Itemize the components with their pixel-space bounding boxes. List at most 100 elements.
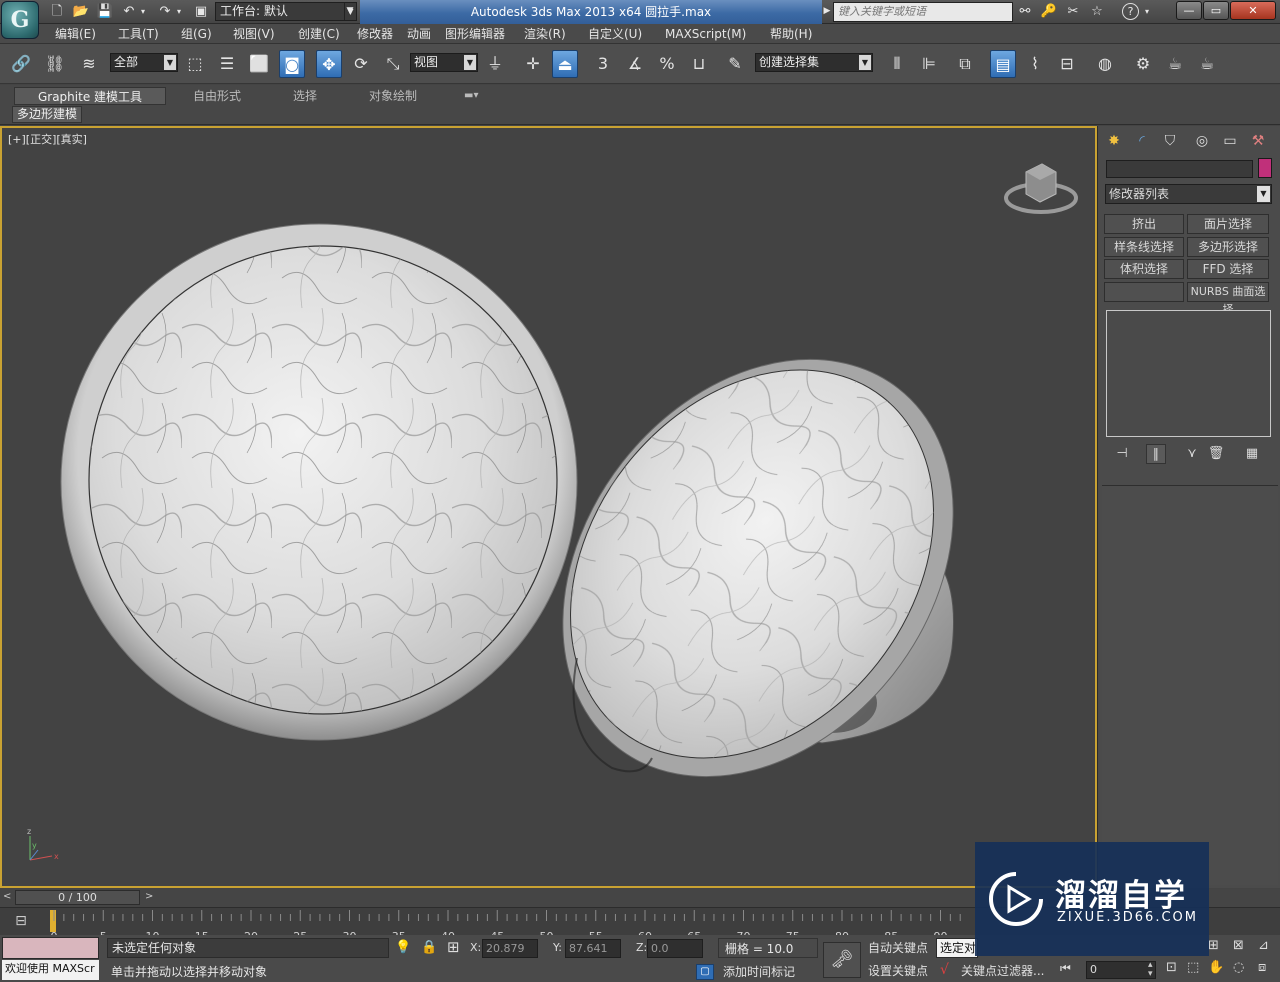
- key-selection-dropdown[interactable]: 选定对: [936, 938, 978, 958]
- select-manipulate-icon[interactable]: ✛: [520, 50, 546, 78]
- poly-select-button[interactable]: 多边形选择: [1187, 237, 1269, 257]
- open-file-icon[interactable]: 📂: [72, 3, 90, 20]
- communication-center-icon[interactable]: ✂: [1064, 3, 1082, 20]
- time-tag-icon[interactable]: ▢: [696, 964, 714, 980]
- isolate-bulb-icon[interactable]: 💡: [395, 940, 411, 955]
- spinner-snap-icon[interactable]: ⊔: [686, 50, 712, 78]
- angle-snap-icon[interactable]: ∡: [622, 50, 648, 78]
- time-next-icon[interactable]: >: [145, 891, 153, 902]
- named-selection-set-dropdown[interactable]: 创建选择集 ▼: [755, 53, 873, 72]
- knob-front[interactable]: [60, 223, 578, 741]
- redo-icon[interactable]: ↷: [156, 3, 174, 20]
- ffd-select-button[interactable]: FFD 选择: [1187, 259, 1269, 279]
- empty-modifier-button[interactable]: [1104, 282, 1184, 302]
- modify-tab-icon[interactable]: ◜: [1130, 130, 1154, 152]
- key-filters-button[interactable]: 关键点过滤器...: [961, 961, 1044, 981]
- patch-select-button[interactable]: 面片选择: [1187, 214, 1269, 234]
- window-crossing-icon[interactable]: ◙: [279, 50, 305, 78]
- utilities-tab-icon[interactable]: ⚒: [1246, 130, 1270, 152]
- save-icon[interactable]: 💾: [96, 3, 114, 20]
- field-of-view-icon[interactable]: ⊿: [1258, 938, 1269, 953]
- undo-dropdown-icon[interactable]: ▾: [138, 3, 148, 20]
- menu-create[interactable]: 创建(C): [298, 24, 340, 44]
- app-logo-icon[interactable]: G: [1, 1, 39, 39]
- object-name-field[interactable]: [1106, 160, 1253, 178]
- favorites-star-icon[interactable]: ☆: [1088, 3, 1106, 20]
- close-button[interactable]: ✕: [1230, 1, 1276, 20]
- set-key-icon[interactable]: 🗝: [823, 942, 861, 978]
- time-prev-icon[interactable]: <: [3, 891, 11, 902]
- select-and-rotate-icon[interactable]: ⟳: [348, 50, 374, 78]
- tab-object-paint[interactable]: 对象绘制: [369, 87, 417, 105]
- select-and-scale-icon[interactable]: ⤡: [380, 50, 406, 78]
- menu-graph-editors[interactable]: 图形编辑器: [445, 24, 505, 44]
- make-unique-icon[interactable]: ⋎: [1182, 444, 1202, 464]
- object-color-swatch[interactable]: [1258, 158, 1272, 178]
- display-tab-icon[interactable]: ▭: [1218, 130, 1242, 152]
- knob-perspective[interactable]: [482, 282, 1034, 853]
- spline-select-button[interactable]: 样条线选择: [1104, 237, 1184, 257]
- volume-select-button[interactable]: 体积选择: [1104, 259, 1184, 279]
- schematic-view-icon[interactable]: ⊟: [1054, 50, 1080, 78]
- menu-animation[interactable]: 动画: [407, 24, 431, 44]
- selection-lock-icon[interactable]: 🔒: [421, 940, 437, 955]
- undo-icon[interactable]: ↶: [120, 3, 138, 20]
- motion-tab-icon[interactable]: ◎: [1190, 130, 1214, 152]
- menu-group[interactable]: 组(G): [181, 24, 212, 44]
- absolute-mode-icon[interactable]: ⊞: [447, 938, 460, 956]
- percent-snap-icon[interactable]: %: [654, 50, 680, 78]
- rectangular-selection-icon[interactable]: ⬜: [246, 50, 272, 78]
- menu-views[interactable]: 视图(V): [233, 24, 275, 44]
- ribbon-options-icon[interactable]: ▬▾: [464, 87, 478, 105]
- mini-curve-editor-icon[interactable]: ⊟: [10, 912, 32, 930]
- nurbs-surface-select-button[interactable]: NURBS 曲面选择: [1187, 282, 1269, 316]
- curve-editor-icon[interactable]: ⌇: [1022, 50, 1048, 78]
- select-and-move-icon[interactable]: ✥: [316, 50, 342, 78]
- viewcube-icon[interactable]: [1004, 158, 1078, 224]
- redo-dropdown-icon[interactable]: ▾: [174, 3, 184, 20]
- time-slider-thumb[interactable]: 0 / 100: [15, 890, 140, 905]
- z-coordinate-field[interactable]: 0.0: [647, 939, 703, 958]
- edit-named-selection-icon[interactable]: ✎: [722, 50, 748, 78]
- unlink-icon[interactable]: ⛓: [42, 50, 68, 78]
- mirror-icon[interactable]: ⫴: [884, 50, 910, 78]
- menu-help[interactable]: 帮助(H): [770, 24, 812, 44]
- selection-filter-dropdown[interactable]: 全部 ▼: [110, 53, 178, 72]
- snaps-toggle-icon[interactable]: 3: [590, 50, 616, 78]
- graphite-toggle-icon[interactable]: ▤: [990, 50, 1016, 78]
- material-editor-icon[interactable]: ◍: [1092, 50, 1118, 78]
- reference-coordinate-dropdown[interactable]: 视图 ▼: [410, 53, 478, 72]
- current-frame-field[interactable]: 0: [1086, 961, 1156, 979]
- zoom-extents-icon[interactable]: ⊡: [1166, 960, 1177, 975]
- orbit-icon[interactable]: ◌: [1233, 960, 1244, 975]
- align-icon[interactable]: ⊫: [916, 50, 942, 78]
- help-dropdown-icon[interactable]: ▾: [1142, 3, 1152, 20]
- select-by-name-icon[interactable]: ☰: [214, 50, 240, 78]
- viewport-perspective[interactable]: [+][正交][真实] z x y: [0, 126, 1097, 888]
- pin-stack-icon[interactable]: ⊣: [1112, 444, 1132, 464]
- minimize-button[interactable]: —: [1176, 1, 1202, 20]
- render-production-icon[interactable]: ☕: [1194, 50, 1220, 78]
- new-file-icon[interactable]: 🗋: [48, 3, 66, 20]
- zoom-extents-all-icon[interactable]: ⊠: [1233, 938, 1244, 953]
- show-end-result-icon[interactable]: ∥: [1146, 444, 1166, 464]
- rendered-frame-window-icon[interactable]: ☕: [1162, 50, 1188, 78]
- binoculars-icon[interactable]: ⚯: [1016, 3, 1034, 20]
- subscription-key-icon[interactable]: 🔑: [1040, 3, 1058, 20]
- menu-modifiers[interactable]: 修改器: [357, 24, 393, 44]
- menu-maxscript[interactable]: MAXScript(M): [665, 24, 746, 44]
- frame-spinner-icon[interactable]: ▴ ▾: [1148, 961, 1153, 979]
- x-coordinate-field[interactable]: 20.879: [482, 939, 538, 958]
- pan-view-icon[interactable]: ✋: [1208, 960, 1224, 975]
- polygon-modeling-panel[interactable]: 多边形建模: [12, 106, 82, 123]
- maxscript-mini-listener[interactable]: 欢迎使用 MAXScr: [2, 960, 99, 980]
- layer-manager-icon[interactable]: ⧉: [952, 50, 978, 78]
- select-object-icon[interactable]: ⬚: [182, 50, 208, 78]
- keyboard-shortcut-override-icon[interactable]: ⏏: [552, 50, 578, 78]
- modifier-list-dropdown[interactable]: 修改器列表 ▼: [1105, 184, 1272, 204]
- workspace-dropdown[interactable]: 工作台: 默认 ▼: [215, 2, 357, 21]
- zoom-region-icon[interactable]: ⬚: [1187, 960, 1199, 975]
- search-input[interactable]: 键入关键字或短语: [833, 2, 1013, 22]
- add-time-tag-button[interactable]: 添加时间标记: [723, 962, 795, 982]
- auto-key-button[interactable]: 自动关键点: [868, 938, 928, 958]
